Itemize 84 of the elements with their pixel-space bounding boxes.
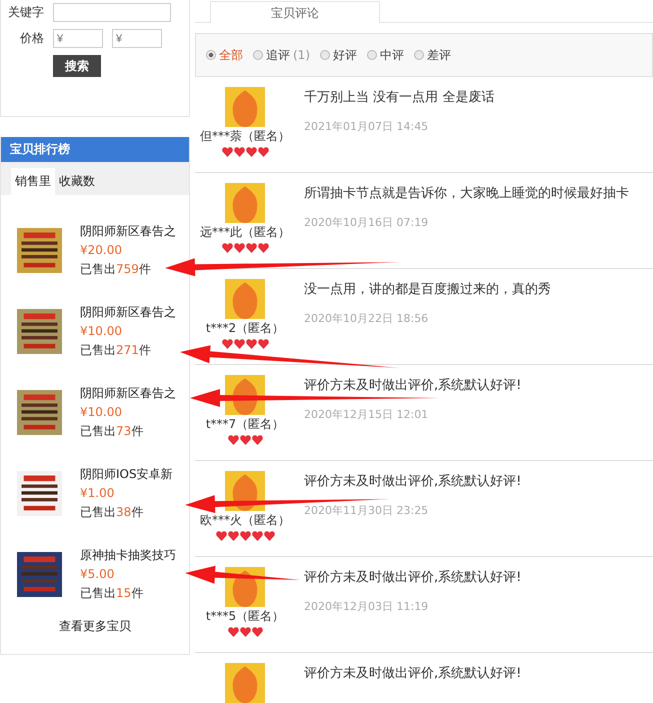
review-text: 评价方未及时做出评价,系统默认好评! [304, 665, 522, 682]
user-name: 但***萘（匿名） [200, 128, 290, 144]
product-price: ¥10.00 [80, 404, 123, 420]
heart-icon [234, 147, 244, 157]
heart-icon [234, 243, 244, 253]
user-name: t***5（匿名） [206, 608, 284, 624]
heart-icon [252, 627, 262, 637]
heart-icon [240, 531, 250, 541]
avatar-icon [225, 183, 265, 223]
heart-icon [264, 531, 274, 541]
review-date: 2020年12月15日 12:01 [304, 407, 430, 422]
filter-label[interactable]: 差评 [427, 46, 451, 64]
product-price: ¥20.00 [80, 242, 123, 258]
heart-icon [222, 243, 232, 253]
filter-label[interactable]: 中评 [380, 46, 404, 64]
radio-button[interactable] [253, 50, 263, 60]
keyword-label: 关键字 [7, 4, 44, 21]
heart-icon [258, 339, 268, 349]
heart-icon [228, 435, 238, 445]
product-price: ¥10.00 [80, 322, 123, 340]
review-date: 2021年01月07日 14:45 [304, 119, 430, 134]
heart-icon [240, 435, 250, 445]
user-name: t***2（匿名） [206, 320, 284, 336]
heart-icon [252, 531, 262, 541]
filter-label[interactable]: 追评 [266, 46, 290, 64]
filter-count: (1) [293, 48, 310, 62]
sold-count: 已售出 759件 [80, 260, 152, 278]
sold-count: 已售出 73件 [80, 422, 144, 440]
ranking-tab[interactable]: 收藏数 [55, 168, 99, 195]
heart-icon [258, 243, 268, 253]
heart-icon [228, 531, 238, 541]
heart-icon [246, 243, 256, 253]
review-date: 2020年12月03日 11:19 [304, 599, 430, 614]
heart-icon [234, 339, 244, 349]
filter-label[interactable]: 全部 [219, 46, 243, 64]
radio-button[interactable] [320, 50, 330, 60]
product-name[interactable]: 阴阳师IOS安卓新 [80, 464, 173, 484]
heart-icon [246, 147, 256, 157]
keyword-field[interactable] [53, 3, 171, 22]
avatar-icon [225, 663, 265, 703]
filter-label[interactable]: 好评 [333, 46, 357, 64]
heart-icon [240, 627, 250, 637]
more-products-link[interactable]: 查看更多宝贝 [1, 618, 189, 635]
radio-button[interactable] [367, 50, 377, 60]
product-name[interactable]: 原神抽卡抽奖技巧 [80, 546, 176, 564]
review-text: 没一点用，讲的都是百度搬过来的，真的秀 [304, 281, 551, 298]
avatar-icon [225, 279, 265, 319]
product-name[interactable]: 阴阳师新区春告之 [80, 222, 176, 240]
review-text: 所谓抽卡节点就是告诉你，大家晚上睡觉的时候最好抽卡 [304, 185, 629, 202]
heart-icon [222, 339, 232, 349]
review-text: 评价方未及时做出评价,系统默认好评! [304, 569, 522, 586]
avatar-icon [225, 87, 265, 127]
heart-icon [246, 339, 256, 349]
sold-count: 已售出 15件 [80, 584, 144, 602]
product-price: ¥5.00 [80, 566, 116, 582]
price-label: 价格 [19, 30, 44, 47]
product-name[interactable]: 阴阳师新区春告之 [80, 302, 176, 322]
review-date: 2020年10月16日 07:19 [304, 215, 430, 230]
review-text: 评价方未及时做出评价,系统默认好评! [304, 377, 522, 394]
search-button[interactable]: 搜索 [53, 55, 101, 77]
sold-count: 已售出271件 [80, 342, 152, 358]
heart-icon [258, 147, 268, 157]
heart-icon [228, 627, 238, 637]
review-text: 千万别上当 没有一点用 全是废话 [304, 89, 494, 106]
radio-button[interactable] [414, 50, 424, 60]
review-date: 2020年11月30日 23:25 [304, 503, 430, 518]
avatar-icon [225, 567, 265, 607]
heart-icon [216, 531, 226, 541]
review-text: 评价方未及时做出评价,系统默认好评! [304, 473, 522, 490]
review-date: 2020年10月22日 18:56 [304, 311, 430, 326]
price-min-field[interactable]: ¥ [53, 29, 103, 48]
heart-icon [222, 147, 232, 157]
user-name: 远***此（匿名） [200, 224, 290, 240]
reviews-tab[interactable]: 宝贝评论 [210, 1, 380, 23]
price-max-field[interactable]: ¥ [112, 29, 162, 48]
heart-icon [252, 435, 262, 445]
radio-button[interactable] [206, 50, 216, 60]
ranking-header: 宝贝排行榜 [1, 137, 189, 162]
product-price: ¥1.00 [80, 484, 116, 502]
user-name: 欧***火（匿名） [200, 512, 290, 528]
ranking-tab[interactable]: 销售里 [11, 168, 55, 195]
user-name: t***7（匿名） [206, 416, 284, 432]
product-name[interactable]: 阴阳师新区春告之 [80, 384, 176, 402]
sold-count: 已售出38件 [80, 504, 144, 520]
